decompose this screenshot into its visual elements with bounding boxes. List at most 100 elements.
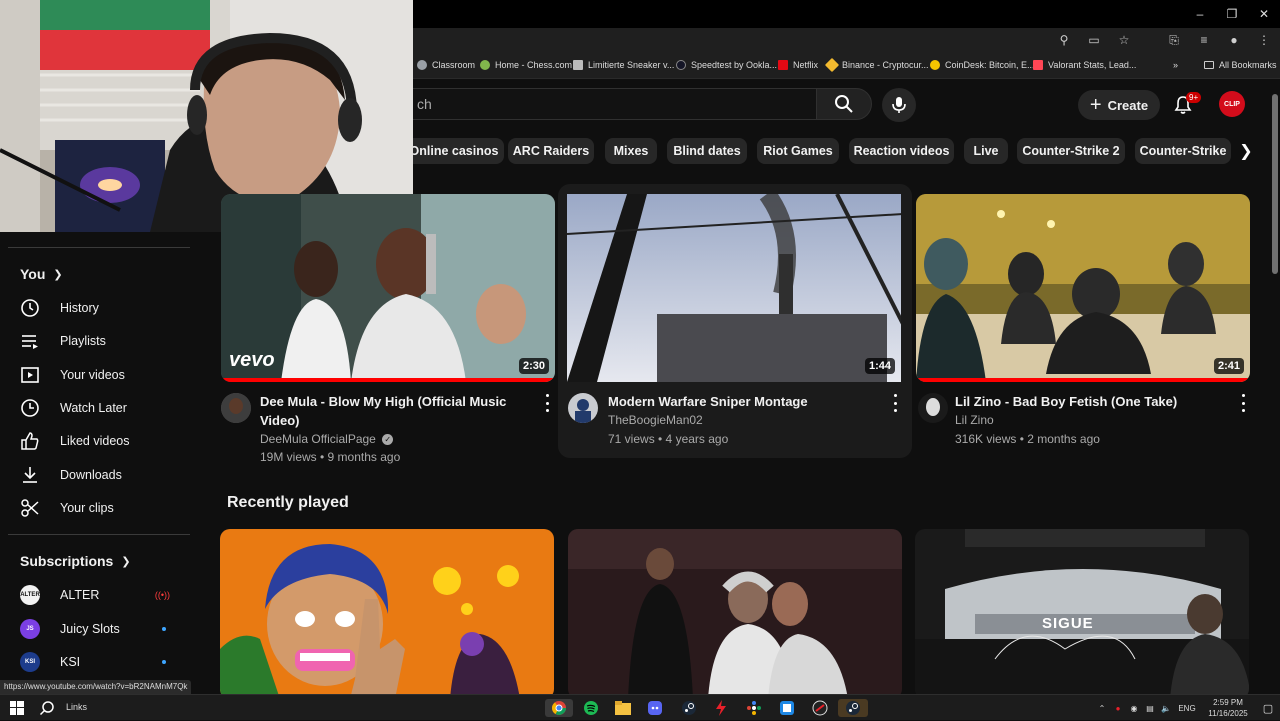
- channel-avatar[interactable]: [918, 393, 948, 423]
- channel-avatar[interactable]: [221, 393, 251, 423]
- chip[interactable]: Online casinos: [404, 138, 504, 164]
- file-explorer-taskbar-icon[interactable]: [614, 699, 632, 717]
- video-title[interactable]: Modern Warfare Sniper Montage: [608, 392, 878, 411]
- bookmark-item[interactable]: Home - Chess.com: [480, 60, 572, 70]
- video-thumbnail[interactable]: 2:41: [916, 194, 1250, 382]
- bookmark-item[interactable]: Netflix: [778, 60, 818, 70]
- star-icon[interactable]: ☆: [1116, 33, 1132, 48]
- close-icon[interactable]: ✕: [1248, 0, 1280, 28]
- search-button[interactable]: [816, 88, 872, 120]
- page-scrollbar[interactable]: [1270, 80, 1280, 694]
- bookmark-item[interactable]: Speedtest by Ookla...: [676, 60, 777, 70]
- all-bookmarks-folder[interactable]: All Bookmarks: [1204, 60, 1277, 70]
- sidebar-item-liked-videos[interactable]: Liked videos: [20, 426, 190, 456]
- profile-icon[interactable]: ●: [1226, 33, 1242, 48]
- app-game-taskbar-icon[interactable]: [811, 699, 829, 717]
- scrollbar-thumb[interactable]: [1272, 94, 1278, 274]
- chip[interactable]: Riot Games: [757, 138, 839, 164]
- channel-avatar: JS: [20, 619, 40, 639]
- more-options-icon[interactable]: [1238, 394, 1248, 412]
- chip[interactable]: Reaction videos: [849, 138, 954, 164]
- sidebar-item-playlists[interactable]: Playlists: [20, 326, 190, 356]
- tray-app-icon[interactable]: ●: [1110, 704, 1126, 713]
- subscription-item[interactable]: JS Juicy Slots: [20, 616, 180, 642]
- channel-avatar: ALTER: [20, 585, 40, 605]
- network-icon[interactable]: ▤: [1142, 704, 1158, 713]
- restore-icon[interactable]: ❐: [1216, 0, 1248, 28]
- sidebar-you-link[interactable]: You ❯: [20, 266, 63, 282]
- channel-name[interactable]: DeeMula OfficialPage ✓: [260, 430, 394, 448]
- more-options-icon[interactable]: [890, 394, 900, 412]
- sidebar-item-history[interactable]: History: [20, 293, 190, 323]
- speaker-icon[interactable]: 🔈: [1158, 704, 1174, 713]
- video-title[interactable]: Lil Zino - Bad Boy Fetish (One Take): [955, 392, 1235, 411]
- video-thumbnail[interactable]: 1:44: [567, 194, 901, 382]
- language-indicator[interactable]: ENG: [1174, 704, 1200, 713]
- notification-center-icon[interactable]: ▢: [1256, 702, 1280, 715]
- chevron-right-icon[interactable]: ❯: [1236, 138, 1256, 164]
- extensions-icon[interactable]: ⎘: [1166, 33, 1182, 48]
- subscription-item[interactable]: KSI KSI: [20, 649, 180, 675]
- clock[interactable]: 2:59 PM 11/16/2025: [1200, 697, 1256, 719]
- browser-menu-icon[interactable]: ⋮: [1256, 33, 1272, 48]
- reading-list-icon[interactable]: ≡: [1196, 33, 1212, 48]
- address-bar-actions: ⚲ ▭ ☆ ⎘ ≡ ● ⋮: [1056, 33, 1272, 48]
- bookmarks-overflow-icon[interactable]: »: [1173, 60, 1178, 70]
- cast-icon[interactable]: ▭: [1086, 33, 1102, 48]
- notification-count-badge: 9+: [1186, 92, 1202, 103]
- tray-app-icon[interactable]: ◉: [1126, 704, 1142, 713]
- sidebar-item-label: Playlists: [60, 334, 106, 348]
- watch-progress-bar: [916, 378, 1250, 382]
- sidebar-divider: [8, 534, 190, 535]
- chip[interactable]: Blind dates: [667, 138, 747, 164]
- zoom-icon[interactable]: ⚲: [1056, 33, 1072, 48]
- bookmark-item[interactable]: Binance - Cryptocur...: [824, 57, 929, 73]
- video-thumbnail[interactable]: [568, 529, 902, 699]
- taskbar-search-label[interactable]: Links: [66, 702, 87, 712]
- chip[interactable]: Mixes: [605, 138, 657, 164]
- spotify-taskbar-icon[interactable]: [582, 699, 600, 717]
- search-placeholder: ch: [417, 96, 432, 112]
- bookmark-item[interactable]: CoinDesk: Bitcoin, E...: [930, 60, 1035, 70]
- chrome-taskbar-icon[interactable]: [545, 699, 573, 717]
- subscription-item[interactable]: ALTER ALTER ((•)): [20, 582, 180, 608]
- channel-avatar[interactable]: [568, 393, 598, 423]
- thumbnail-image: [568, 529, 902, 699]
- sidebar-item-your-clips[interactable]: Your clips: [20, 493, 190, 523]
- channel-name[interactable]: Lil Zino: [955, 411, 994, 429]
- sidebar-item-watch-later[interactable]: Watch Later: [20, 393, 190, 423]
- app-blue-taskbar-icon[interactable]: [778, 699, 796, 717]
- chip[interactable]: Counter-Strike: [1135, 138, 1231, 164]
- account-avatar[interactable]: CLIP: [1219, 91, 1245, 117]
- sidebar-subscriptions-link[interactable]: Subscriptions ❯: [20, 553, 131, 569]
- steam-active-taskbar-icon[interactable]: [838, 699, 868, 717]
- more-options-icon[interactable]: [542, 394, 552, 412]
- search-input[interactable]: ch: [398, 88, 816, 120]
- windows-start-icon[interactable]: [8, 699, 26, 717]
- steam-taskbar-icon[interactable]: [680, 699, 698, 717]
- chevron-up-icon[interactable]: ⌃: [1094, 704, 1110, 713]
- chip[interactable]: ARC Raiders: [508, 138, 594, 164]
- minimize-icon[interactable]: –: [1184, 0, 1216, 28]
- sidebar-item-label: Downloads: [60, 468, 122, 482]
- discord-taskbar-icon[interactable]: [646, 699, 664, 717]
- voice-search-button[interactable]: [882, 88, 916, 122]
- video-title[interactable]: Dee Mula - Blow My High (Official Music V…: [260, 392, 530, 430]
- channel-name[interactable]: TheBoogieMan02: [608, 411, 703, 429]
- sidebar-item-downloads[interactable]: Downloads: [20, 460, 190, 490]
- video-thumbnail[interactable]: SIGUE: [915, 529, 1249, 699]
- create-button[interactable]: + Create: [1078, 90, 1160, 120]
- chip[interactable]: Counter-Strike 2: [1017, 138, 1125, 164]
- sidebar-item-your-videos[interactable]: Your videos: [20, 360, 190, 390]
- sidebar-item-label: Liked videos: [60, 434, 130, 448]
- bookmark-item[interactable]: Classroom: [417, 60, 475, 70]
- bookmark-item[interactable]: Limitierte Sneaker v...: [573, 60, 674, 70]
- app-colorful-taskbar-icon[interactable]: [745, 699, 763, 717]
- video-thumbnail[interactable]: [220, 529, 554, 699]
- app-red-taskbar-icon[interactable]: [712, 699, 730, 717]
- search-icon[interactable]: [38, 699, 56, 717]
- bookmark-label: Limitierte Sneaker v...: [588, 60, 675, 70]
- bookmark-item[interactable]: Valorant Stats, Lead...: [1033, 60, 1136, 70]
- video-thumbnail[interactable]: vevo 2:30: [221, 194, 555, 382]
- chip[interactable]: Live: [964, 138, 1008, 164]
